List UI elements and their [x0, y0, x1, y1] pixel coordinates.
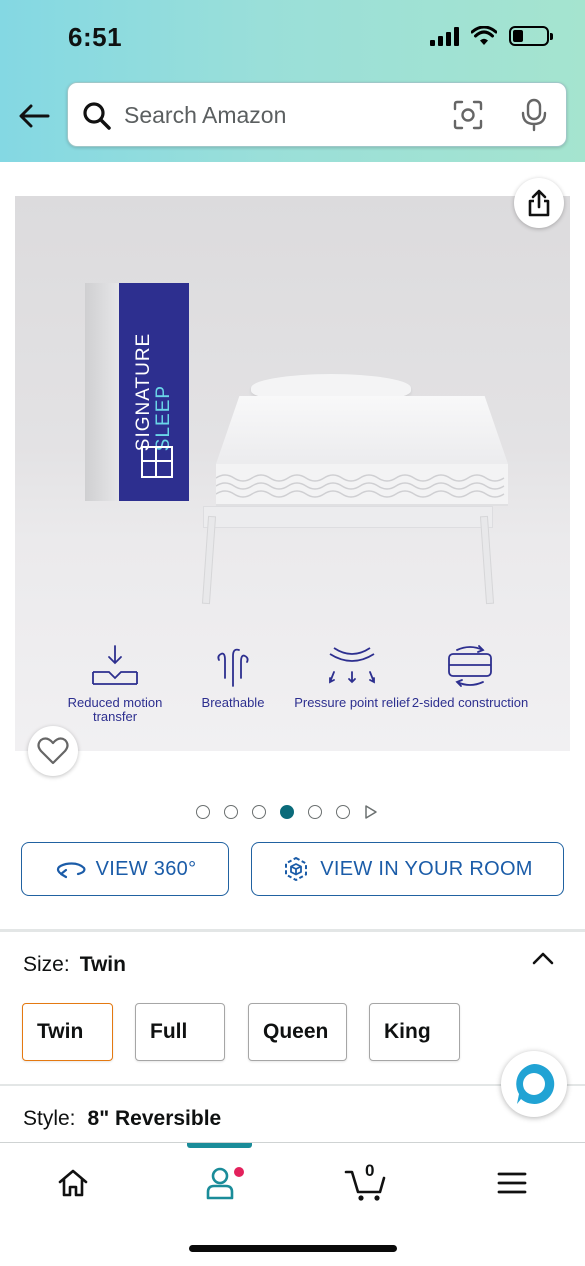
active-tab-indicator: [187, 1143, 252, 1148]
size-option-queen[interactable]: Queen: [248, 1003, 347, 1061]
two-sided-icon: [448, 645, 492, 687]
search-icon: [83, 102, 111, 130]
search-bar[interactable]: [67, 82, 567, 147]
chevron-up-icon[interactable]: [531, 948, 555, 968]
alexa-icon: [516, 1063, 555, 1104]
camera-scan-icon[interactable]: [453, 100, 483, 130]
microphone-icon[interactable]: [520, 98, 548, 132]
search-input[interactable]: [124, 97, 424, 133]
home-indicator: [189, 1245, 397, 1252]
image-carousel-dots[interactable]: [196, 804, 378, 820]
carousel-dot[interactable]: [224, 805, 238, 819]
back-arrow-icon[interactable]: [16, 98, 52, 134]
share-icon: [528, 189, 550, 217]
style-heading[interactable]: Style: 8" Reversible: [23, 1107, 221, 1131]
air-flow-icon: [217, 648, 249, 687]
heart-icon: [37, 737, 69, 765]
product-image[interactable]: SIGNATURE SLEEP Reduced motion transfer B…: [15, 196, 570, 751]
size-option-twin[interactable]: Twin: [22, 1003, 113, 1061]
user-icon: [206, 1167, 234, 1200]
size-heading[interactable]: Size: Twin: [23, 953, 126, 977]
view-360-button[interactable]: VIEW 360°: [21, 842, 229, 896]
mattress-top: [216, 396, 508, 464]
carousel-dot[interactable]: [196, 805, 210, 819]
mattress-side: [216, 464, 508, 506]
size-option-full[interactable]: Full: [135, 1003, 225, 1061]
nav-home[interactable]: [43, 1161, 103, 1205]
view-in-room-button[interactable]: VIEW IN YOUR ROOM: [251, 842, 564, 896]
play-video-icon[interactable]: [364, 804, 378, 820]
ar-cube-icon: [285, 857, 308, 881]
mattress-box-side: [85, 283, 119, 501]
alexa-button[interactable]: [501, 1051, 567, 1117]
home-icon: [58, 1169, 88, 1197]
section-divider: [0, 929, 585, 932]
feature-label: Reduced motion transfer: [67, 695, 163, 724]
rotate-360-icon: [56, 862, 86, 879]
carousel-dot[interactable]: [308, 805, 322, 819]
notification-dot: [234, 1167, 244, 1177]
cart-count: 0: [365, 1161, 375, 1180]
wifi-icon: [471, 26, 497, 45]
feature-breathable: Breathable: [173, 644, 293, 710]
feature-label: 2-sided construction: [411, 695, 529, 710]
brand-mark-icon: [141, 446, 173, 478]
nav-menu[interactable]: [482, 1161, 542, 1205]
app-header: 6:51: [0, 0, 585, 162]
style-label: Style:: [23, 1107, 76, 1130]
pressure-relief-icon: [329, 647, 375, 684]
size-option-king[interactable]: King: [369, 1003, 460, 1061]
style-selected-value: 8" Reversible: [87, 1107, 222, 1130]
wishlist-button[interactable]: [28, 726, 78, 776]
carousel-dot[interactable]: [280, 805, 294, 819]
section-divider: [0, 1084, 585, 1086]
feature-reduced-motion: Reduced motion transfer: [55, 644, 175, 724]
bed-frame: [203, 506, 493, 528]
carousel-dot[interactable]: [252, 805, 266, 819]
hamburger-menu-icon: [497, 1172, 527, 1194]
bed-leg: [479, 515, 495, 605]
bed-leg: [201, 515, 217, 605]
battery-icon: [509, 26, 553, 46]
feature-pressure-relief: Pressure point relief: [292, 644, 412, 710]
feature-label: Breathable: [201, 695, 265, 710]
carousel-dot[interactable]: [336, 805, 350, 819]
status-time: 6:51: [68, 22, 123, 52]
size-label: Size:: [23, 953, 70, 976]
nav-cart[interactable]: 0: [336, 1161, 396, 1205]
view-360-label: VIEW 360°: [95, 857, 197, 880]
nav-account[interactable]: [190, 1161, 250, 1205]
share-button[interactable]: [514, 178, 564, 228]
view-in-room-label: VIEW IN YOUR ROOM: [320, 857, 533, 880]
status-icons: [430, 26, 553, 46]
cellular-signal-icon: [430, 26, 459, 46]
feature-label: Pressure point relief: [294, 695, 410, 710]
size-selected-value: Twin: [79, 953, 126, 976]
motion-transfer-icon: [92, 645, 138, 685]
feature-two-sided: 2-sided construction: [410, 644, 530, 710]
